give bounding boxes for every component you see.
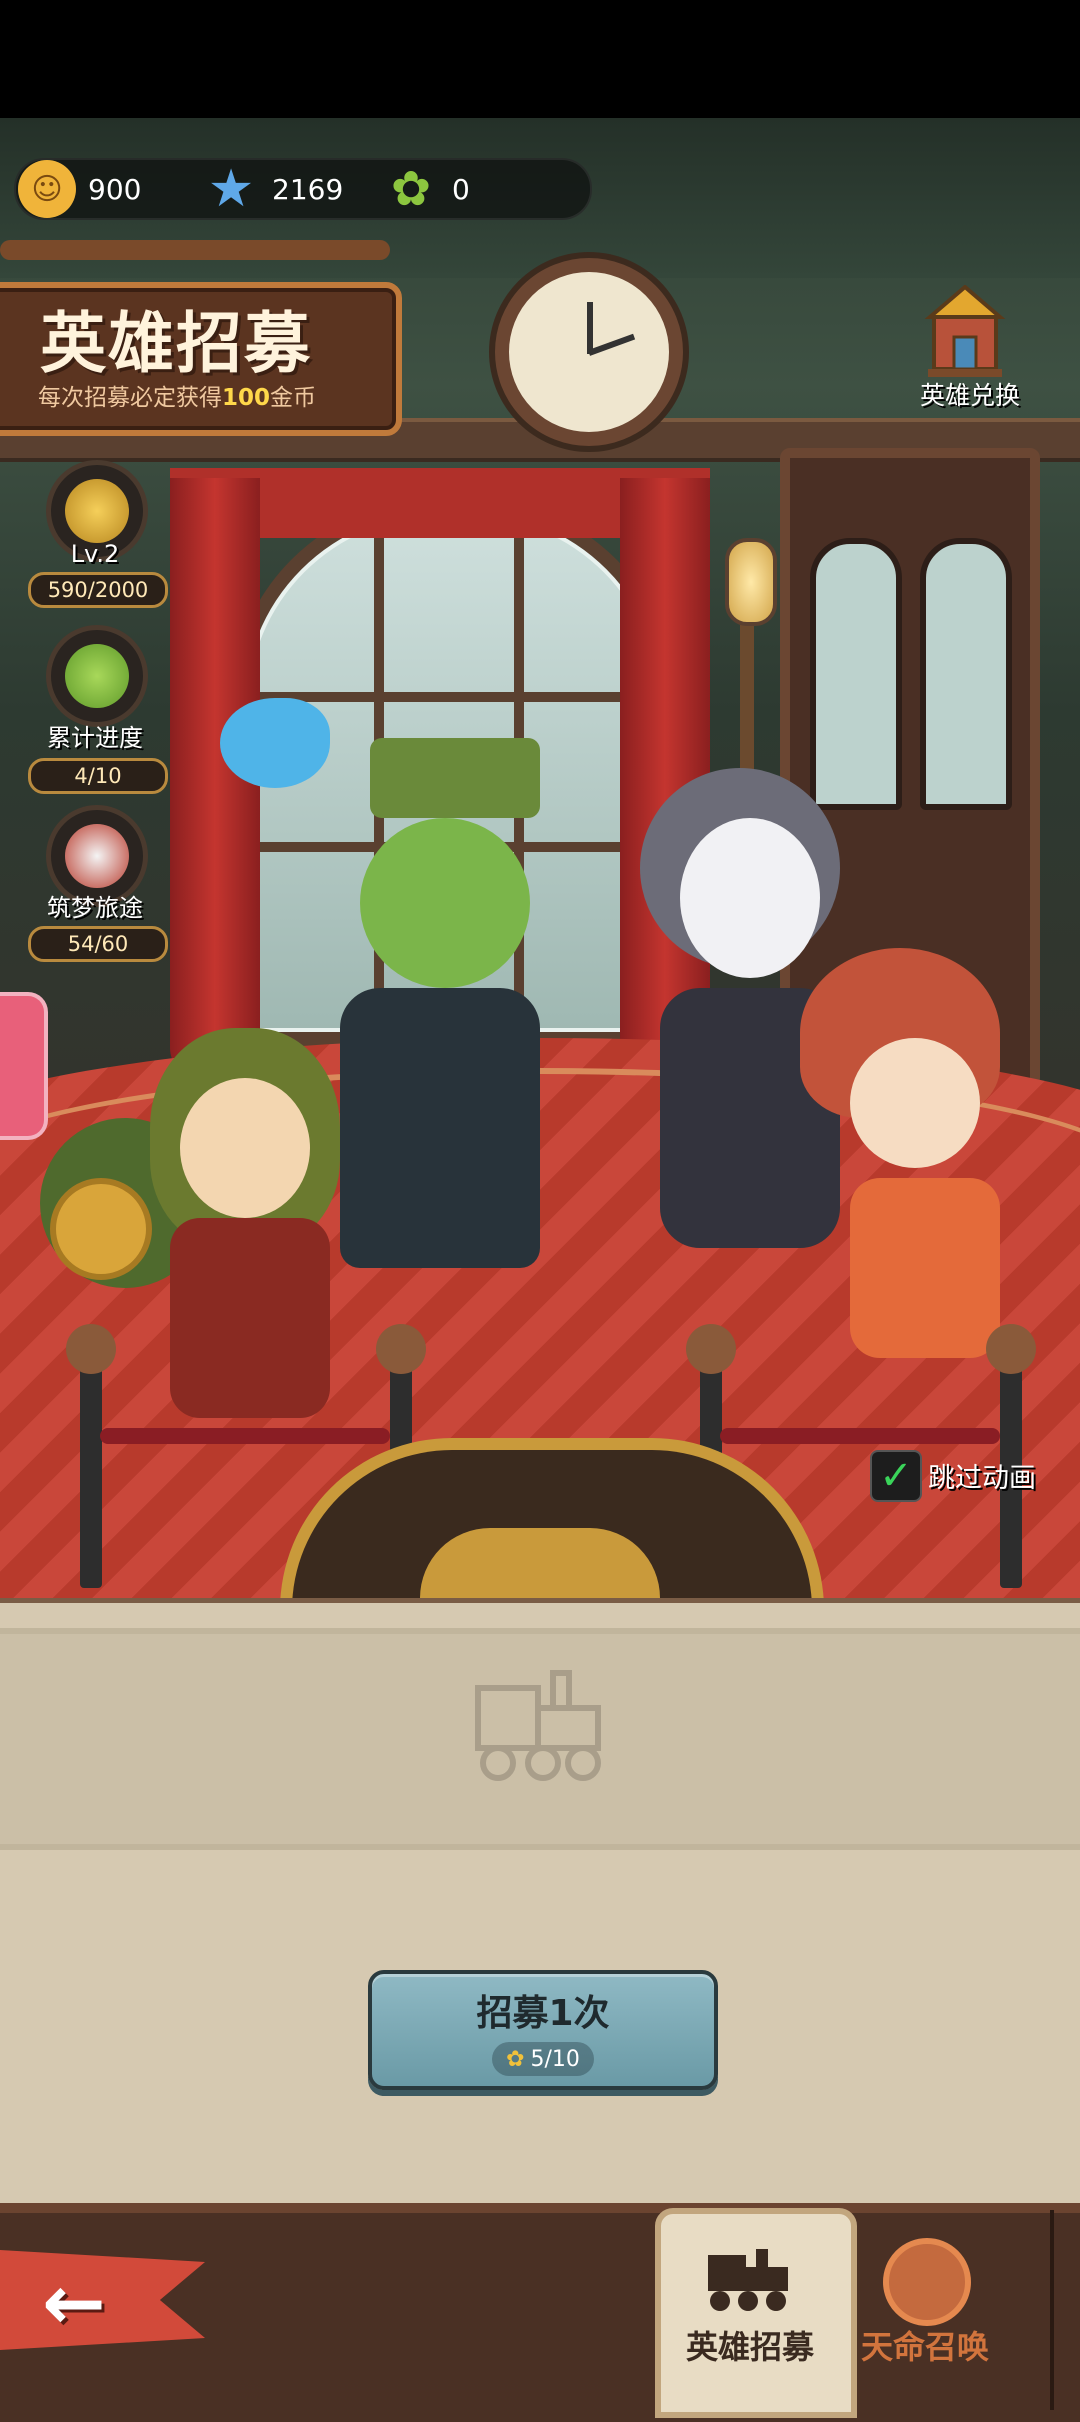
hero-top-hat [370,738,540,818]
gold-coin-icon: ☺ [18,160,76,218]
star-value: 2169 [272,172,344,206]
resource-gold[interactable]: ☺ 900 [18,160,141,218]
hero-cactus-coat [340,988,540,1268]
side-event-tab[interactable] [0,992,48,1140]
resource-bar: ☺ 900 ★ 2169 ✿ 0 [14,158,592,220]
recruit-cost-value: 5/10 [530,2046,580,2072]
wall-clock-icon [495,258,683,446]
shop-icon[interactable] [920,285,1010,380]
hero-thief-body [170,1218,330,1418]
hero-coin-icon [50,1178,152,1280]
sign-rod [0,240,390,260]
recruit-once-button[interactable]: 招募1次 ✿ 5/10 [368,1970,718,2090]
resource-clover[interactable]: ✿ 0 [382,160,470,218]
hero-water-splash [220,698,330,788]
train-icon [708,2249,788,2311]
rope [720,1428,1000,1444]
gold-value: 900 [88,172,142,206]
blue-star-icon: ★ [207,159,255,219]
hero-cactus-face [360,818,530,988]
cumulative-label: 累计进度 [47,724,143,752]
dream-journey-progress: 54/60 [28,926,168,962]
skip-animation-label[interactable]: 跳过动画 [928,1456,1036,1495]
cumulative-item[interactable] [46,625,148,727]
page-subtitle: 每次招募必定获得100金币 [38,385,317,411]
gear-icon[interactable] [883,2238,971,2326]
rope [100,1428,390,1444]
back-arrow-icon[interactable]: ← [42,2258,106,2347]
level-label: Lv.2 [70,540,120,568]
resource-star[interactable]: ★ 2169 [202,159,344,219]
skip-animation-checkbox[interactable]: ✓ [870,1450,922,1502]
recruit-cost: ✿ 5/10 [492,2042,594,2076]
tab-hero-recruit-label: 英雄招募 [685,2328,814,2366]
gold-nugget-icon [65,479,129,543]
hero-girl-dress [850,1178,1000,1358]
rope-post [66,1324,116,1588]
hero-exchange-label[interactable]: 英雄兑换 [900,376,1040,412]
hero-thief-face [180,1078,310,1218]
tab-destiny-summon-label[interactable]: 天命召唤 [845,2322,1005,2368]
train-mascot-icon [65,824,129,888]
nav-divider [1050,2210,1054,2410]
train-placeholder-icon [475,1670,601,1781]
page-title: 英雄招募 [40,305,312,382]
cumulative-progress: 4/10 [28,758,168,794]
console-gauge [420,1528,660,1598]
recruit-once-label: 招募1次 [476,1993,610,2034]
dream-journey-label: 筑梦旅途 [47,894,143,922]
wall-lamp [725,538,777,626]
clover-value: 0 [452,172,470,206]
hero-cat-face [680,818,820,978]
clover-icon: ✿ [390,161,432,217]
check-icon: ✓ [879,1453,913,1499]
clover-icon: ✿ [506,2046,525,2072]
hero-girl-face [850,1038,980,1168]
clover-icon [65,644,129,708]
status-bar-area [0,0,1080,118]
level-progress: 590/2000 [28,572,168,608]
